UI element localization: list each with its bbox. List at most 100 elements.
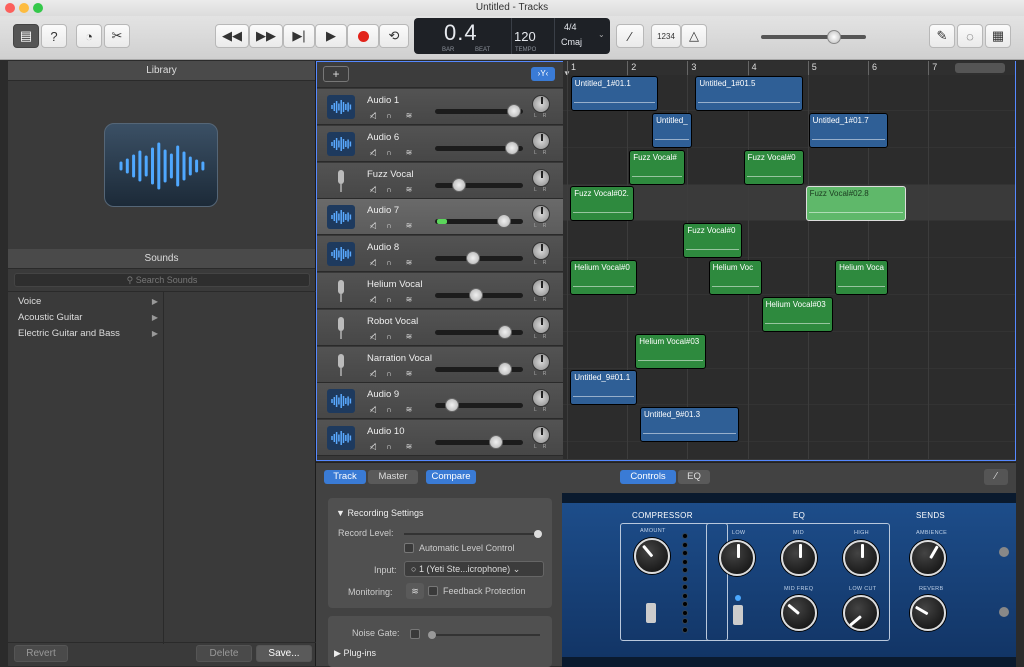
track-name[interactable]: Audio 1 (367, 95, 399, 106)
volume-slider[interactable] (435, 140, 523, 155)
audio-region[interactable]: Helium Vocal#03 (635, 333, 706, 369)
volume-knob[interactable] (466, 251, 481, 266)
audio-region[interactable]: Untitled_1#01.5 (695, 76, 803, 111)
volume-slider[interactable] (435, 214, 523, 229)
input-monitor-button[interactable]: ≋ (403, 147, 415, 158)
volume-knob[interactable] (488, 435, 503, 450)
track-header[interactable]: Audio 6 ◁̸ ∩ ≋ LR (317, 125, 563, 162)
solo-button[interactable]: ∩ (383, 220, 395, 231)
track-name[interactable]: Audio 7 (367, 205, 399, 216)
mute-button[interactable]: ◁̸ (367, 441, 379, 452)
track-name[interactable]: Audio 6 (367, 132, 399, 143)
pan-knob[interactable] (532, 95, 550, 113)
solo-button[interactable]: ∩ (383, 257, 395, 268)
audio-region[interactable]: Helium Vocal#0 (570, 260, 638, 295)
track-name[interactable]: Fuzz Vocal (367, 169, 413, 180)
record-level-knob[interactable] (534, 530, 542, 538)
library-item-voice[interactable]: Voice ▶ (18, 294, 158, 310)
ambience-send-knob[interactable] (910, 540, 946, 576)
solo-button[interactable]: ∩ (383, 331, 395, 342)
solo-button[interactable]: ∩ (383, 368, 395, 379)
input-select[interactable]: ○ 1 (Yeti Ste...icrophone) ⌄ (404, 561, 544, 577)
track-header[interactable]: Helium Vocal ◁̸ ∩ ≋ LR (317, 273, 563, 309)
help-button[interactable]: ? (41, 24, 67, 48)
volume-knob[interactable] (445, 398, 460, 413)
volume-slider[interactable] (435, 104, 523, 118)
auto-level-checkbox[interactable] (404, 543, 414, 553)
compressor-amount-knob[interactable] (634, 538, 670, 574)
input-monitor-button[interactable]: ≋ (403, 331, 415, 342)
track-name[interactable]: Robot Vocal (367, 316, 418, 327)
cycle-button[interactable]: ⟲ (379, 24, 409, 48)
track-lane[interactable] (563, 112, 1015, 148)
controls-tab[interactable]: Controls (620, 470, 676, 484)
track-header[interactable]: Audio 10 ◁̸ ∩ ≋ LR (317, 420, 563, 457)
pan-knob[interactable] (532, 426, 550, 445)
audio-region[interactable]: Fuzz Vocal#02. (570, 186, 634, 222)
eq-low-cut-knob[interactable] (843, 595, 879, 631)
audio-region[interactable]: Untitled_ (652, 112, 693, 148)
library-item-acoustic-guitar[interactable]: Acoustic Guitar ▶ (18, 310, 158, 326)
input-monitor-button[interactable]: ≋ (403, 220, 415, 231)
pan-knob[interactable] (532, 168, 550, 187)
solo-button[interactable]: ∩ (383, 147, 395, 158)
track-name[interactable]: Audio 10 (367, 426, 405, 437)
play-button[interactable]: ▶ (315, 24, 347, 48)
audio-region[interactable]: Helium Voc (708, 260, 762, 295)
volume-slider[interactable] (435, 398, 523, 413)
reverb-send-knob[interactable] (910, 595, 946, 631)
master-volume-slider[interactable] (761, 30, 866, 44)
audio-region[interactable]: Helium Vocal#03 (761, 296, 833, 332)
count-in-button[interactable]: 1234 (651, 24, 681, 48)
audio-region[interactable]: Untitled_1#01.7 (808, 112, 889, 148)
library-item-electric-guitar[interactable]: Electric Guitar and Bass ▶ (18, 326, 158, 342)
media-browser-button[interactable]: ▦ (985, 24, 1011, 48)
noise-gate-slider[interactable] (428, 631, 540, 639)
mute-button[interactable]: ◁̸ (367, 294, 379, 305)
compressor-toggle[interactable] (646, 603, 656, 623)
track-lane[interactable] (563, 333, 1015, 369)
track-header[interactable]: Audio 8 ◁̸ ∩ ≋ LR (317, 236, 563, 273)
go-to-end-button[interactable]: ▶| (283, 24, 315, 48)
mute-button[interactable]: ◁̸ (367, 184, 379, 195)
rewind-button[interactable]: ◀◀ (215, 24, 249, 48)
volume-knob[interactable] (507, 104, 521, 118)
track-header[interactable]: Audio 7 ◁̸ ∩ ≋ LR (317, 199, 563, 236)
track-name[interactable]: Audio 9 (367, 389, 399, 400)
pan-knob[interactable] (532, 205, 550, 224)
catch-playhead-button[interactable]: ›Y‹ (531, 67, 555, 81)
input-monitor-button[interactable]: ≋ (403, 404, 415, 415)
metronome-button[interactable]: △ (681, 24, 707, 48)
solo-button[interactable]: ∩ (383, 184, 395, 195)
track-header[interactable]: Audio 9 ◁̸ ∩ ≋ LR (317, 383, 563, 420)
input-monitor-button[interactable]: ≋ (403, 110, 415, 121)
input-monitor-button[interactable]: ≋ (403, 294, 415, 305)
track-name[interactable]: Audio 8 (367, 242, 399, 253)
eq-mid-knob[interactable] (781, 540, 817, 576)
eq-toggle[interactable] (733, 605, 743, 625)
record-button[interactable] (347, 24, 379, 48)
sounds-search-input[interactable]: ⚲ Search Sounds (14, 273, 310, 287)
track-lane[interactable] (563, 406, 1015, 443)
mute-button[interactable]: ◁̸ (367, 404, 379, 415)
audio-region[interactable]: Untitled_1#01.1 (570, 76, 659, 111)
master-tab[interactable]: Master (368, 470, 418, 484)
fast-forward-button[interactable]: ▶▶ (249, 24, 283, 48)
track-header[interactable]: Robot Vocal ◁̸ ∩ ≋ LR (317, 309, 563, 346)
input-monitor-button[interactable]: ≋ (403, 441, 415, 452)
mute-button[interactable]: ◁̸ (367, 368, 379, 379)
feedback-protection-checkbox[interactable] (428, 586, 438, 596)
zoom-slider[interactable] (955, 63, 1005, 73)
eq-mid-freq-knob[interactable] (781, 595, 817, 631)
track-header[interactable]: Audio 1 ◁̸ ∩ ≋ LR (317, 89, 563, 125)
volume-slider[interactable] (435, 251, 523, 266)
input-monitor-button[interactable]: ≋ (403, 368, 415, 379)
solo-button[interactable]: ∩ (383, 404, 395, 415)
audio-region[interactable]: Fuzz Vocal#02.8 (805, 186, 907, 222)
minimize-window-button[interactable] (19, 3, 29, 13)
input-monitor-button[interactable]: ≋ (403, 184, 415, 195)
volume-slider[interactable] (435, 324, 523, 339)
audio-region[interactable]: Helium Voca (835, 260, 889, 295)
solo-button[interactable]: ∩ (383, 110, 395, 121)
input-monitor-button[interactable]: ≋ (403, 257, 415, 268)
